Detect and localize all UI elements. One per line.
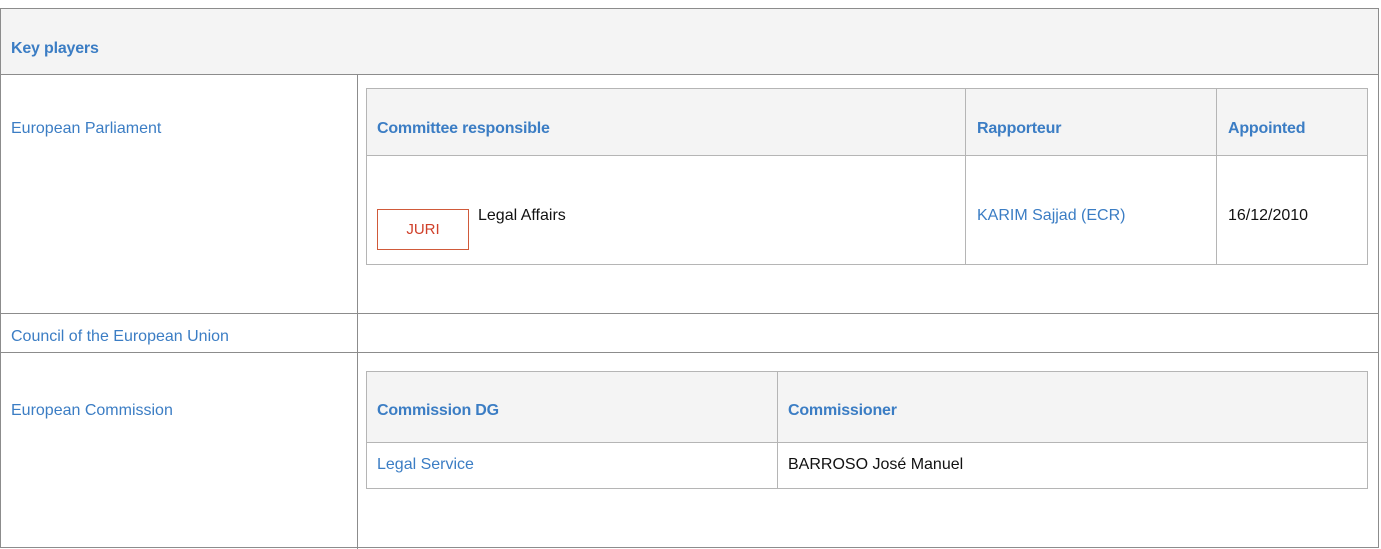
rapporteur-link[interactable]: KARIM Sajjad (ECR) xyxy=(977,207,1125,225)
commission-dg-link[interactable]: Legal Service xyxy=(377,456,474,474)
appointed-date: 16/12/2010 xyxy=(1228,207,1309,224)
council-link[interactable]: Council of the European Union xyxy=(11,328,229,346)
rapporteur-header: Rapporteur xyxy=(977,120,1062,137)
european-commission-link[interactable]: European Commission xyxy=(11,402,173,420)
key-players-title: Key players xyxy=(11,40,99,57)
commission-dg-header: Commission DG xyxy=(377,402,499,419)
key-players-header: Key players xyxy=(1,9,1378,75)
column-line xyxy=(1216,89,1217,264)
row-divider xyxy=(1,313,1378,314)
committee-responsible-header: Committee responsible xyxy=(377,120,550,137)
key-players-table: Key players European Parliament Committe… xyxy=(0,8,1379,549)
appointed-header: Appointed xyxy=(1228,120,1306,137)
committee-name: Legal Affairs xyxy=(478,207,566,224)
european-parliament-link[interactable]: European Parliament xyxy=(11,120,161,138)
column-line xyxy=(777,372,778,488)
column-line xyxy=(965,89,966,264)
commissioner-name: BARROSO José Manuel xyxy=(788,456,964,473)
column-divider xyxy=(357,75,358,549)
parliament-committee-table: Committee responsible Rapporteur Appoint… xyxy=(366,88,1368,265)
commission-table: Commission DG Commissioner Legal Service… xyxy=(366,371,1368,489)
committee-code-badge[interactable]: JURI xyxy=(377,209,469,250)
commissioner-header: Commissioner xyxy=(788,402,897,419)
row-divider xyxy=(1,352,1378,353)
